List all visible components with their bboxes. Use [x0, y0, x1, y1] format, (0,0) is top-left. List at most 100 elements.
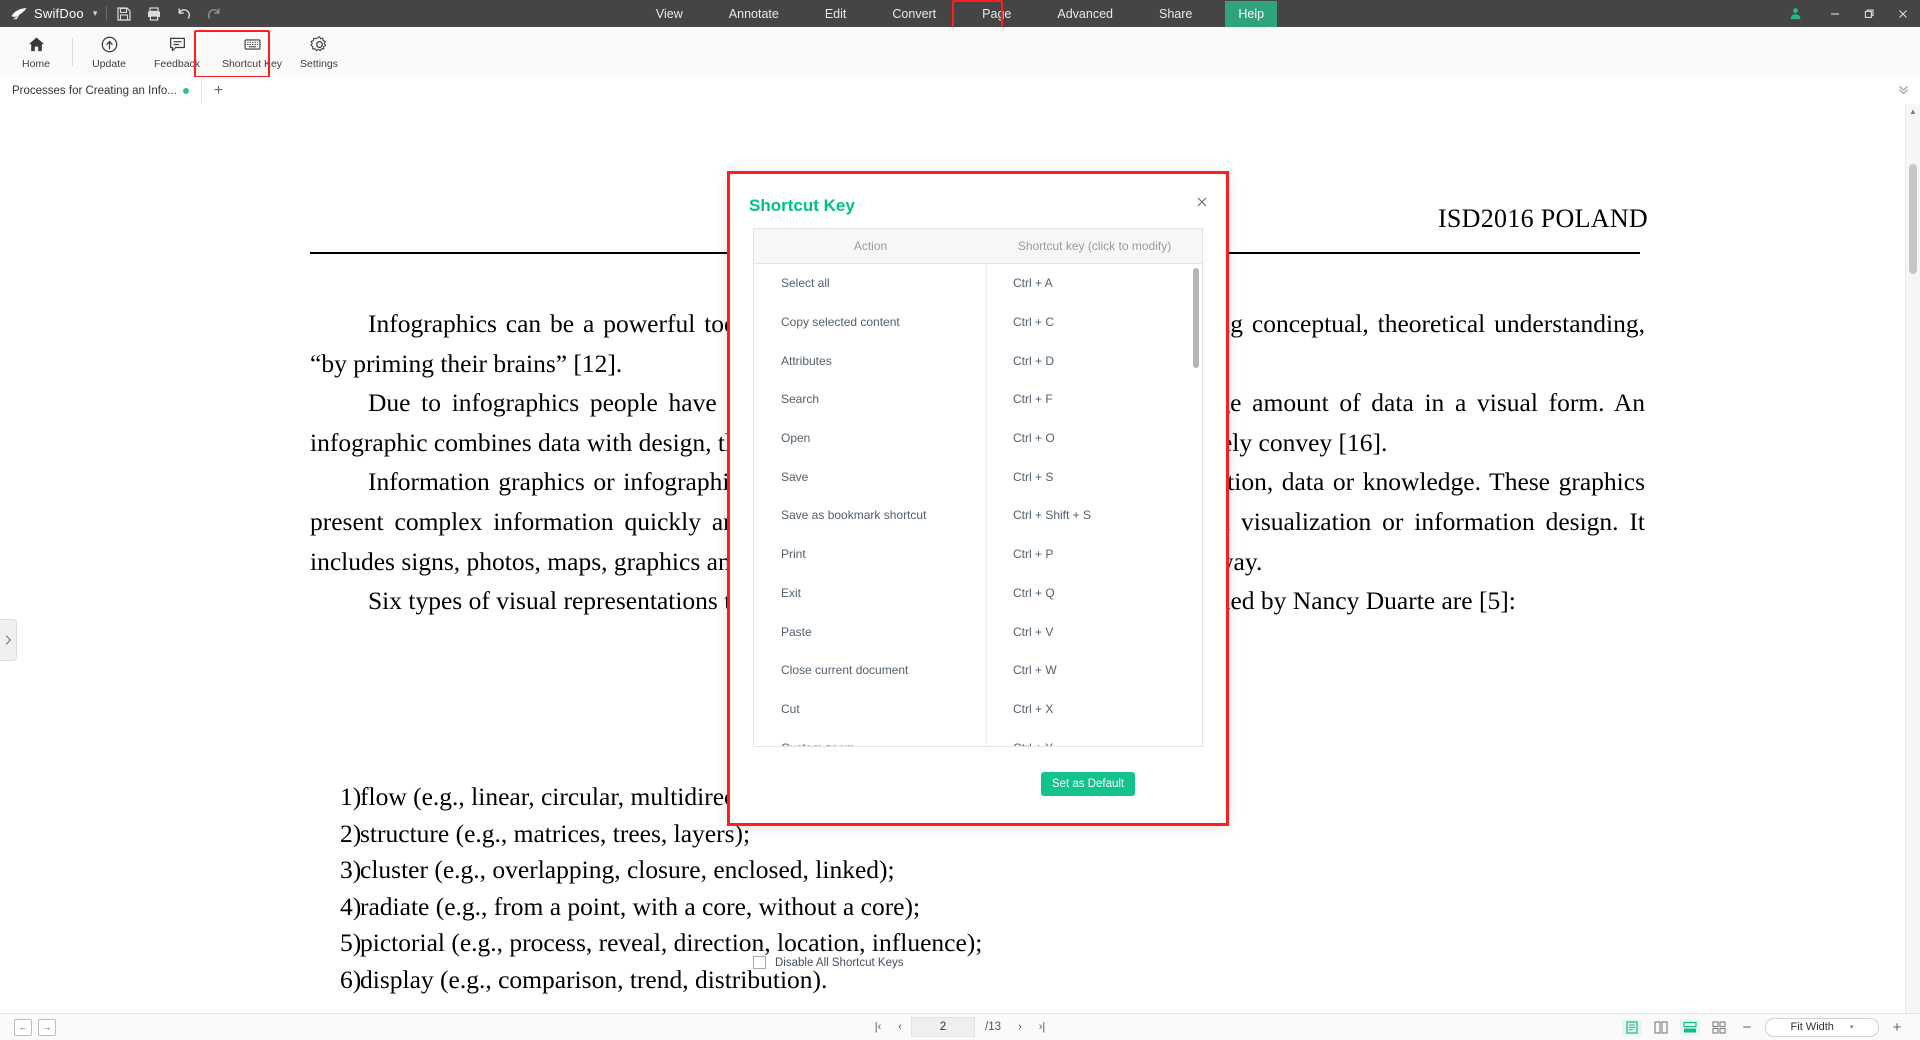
shortcut-table-header: Action Shortcut key (click to modify): [754, 229, 1202, 264]
zoom-level-select[interactable]: Fit Width ▾: [1765, 1017, 1879, 1037]
cell-shortcut[interactable]: Ctrl + X: [987, 690, 1202, 729]
cell-shortcut[interactable]: Ctrl + F: [987, 380, 1202, 419]
cell-shortcut[interactable]: Ctrl + P: [987, 535, 1202, 574]
cell-shortcut[interactable]: Ctrl + C: [987, 303, 1202, 342]
account-button[interactable]: [1778, 0, 1812, 27]
cell-shortcut[interactable]: Ctrl + D: [987, 341, 1202, 380]
previous-page-button[interactable]: ‹: [889, 1021, 911, 1033]
scroll-up-arrow[interactable]: ▲: [1906, 104, 1920, 118]
cell-shortcut[interactable]: Ctrl + V: [987, 612, 1202, 651]
zoom-out-button[interactable]: −: [1738, 1019, 1756, 1036]
table-row[interactable]: Select all Ctrl + A: [754, 264, 1202, 303]
cell-action: Attributes: [754, 341, 987, 381]
chevron-down-icon: ▾: [1849, 1024, 1854, 1031]
cell-shortcut[interactable]: Ctrl + S: [987, 457, 1202, 496]
cell-shortcut[interactable]: Ctrl + Shift + S: [987, 496, 1202, 535]
shortcut-key-dialog: Shortcut Key Action Shortcut key (click …: [730, 174, 1226, 969]
menu-item-advanced[interactable]: Advanced: [1044, 1, 1126, 27]
menu-item-help[interactable]: Help: [1225, 0, 1278, 27]
continuous-scroll-view-button[interactable]: [1680, 1018, 1700, 1036]
table-scrollbar-thumb[interactable]: [1193, 268, 1199, 368]
ribbon-label-update: Update: [92, 57, 126, 70]
ribbon-item-settings[interactable]: Settings: [289, 28, 349, 76]
two-page-view-button[interactable]: [1651, 1019, 1671, 1036]
minimize-button[interactable]: [1818, 0, 1852, 27]
column-header-action: Action: [853, 239, 888, 253]
list-item-number: 1): [340, 782, 362, 811]
single-page-view-button[interactable]: [1622, 1018, 1642, 1036]
undo-icon[interactable]: [176, 6, 192, 22]
cell-action: Print: [754, 534, 987, 574]
table-scrollbar[interactable]: [1193, 268, 1199, 742]
title-bar: SwifDoo ▾ View Annotate Edit Convert Pag…: [0, 0, 1920, 29]
shortcut-table-body[interactable]: Select all Ctrl + A Copy selected content…: [754, 264, 1202, 746]
ribbon-item-shortcut-key[interactable]: Shortcut Key: [215, 28, 289, 76]
next-view-icon[interactable]: →: [38, 1018, 56, 1036]
table-row[interactable]: Custom zoomCtrl + Y: [754, 728, 1202, 746]
close-button[interactable]: [1886, 0, 1920, 27]
window-controls: [1778, 0, 1920, 27]
redo-icon[interactable]: [206, 6, 222, 22]
list-item-number: 3): [340, 855, 362, 884]
table-row[interactable]: Exit Ctrl + Q: [754, 573, 1202, 613]
menu-item-share[interactable]: Share: [1146, 1, 1205, 27]
cell-shortcut[interactable]: Ctrl + A: [987, 264, 1202, 303]
table-row[interactable]: Cut Ctrl + X: [754, 689, 1202, 729]
menu-item-convert[interactable]: Convert: [879, 1, 949, 27]
table-row[interactable]: Attributes Ctrl + D: [754, 341, 1202, 381]
restore-icon: [1864, 8, 1874, 18]
ribbon-label-settings: Settings: [300, 57, 338, 70]
document-tab[interactable]: Processes for Creating an Info...: [0, 77, 202, 104]
menu-item-edit[interactable]: Edit: [812, 1, 860, 27]
cell-shortcut[interactable]: Ctrl + Q: [987, 574, 1202, 613]
table-row[interactable]: Open Ctrl + O: [754, 418, 1202, 458]
print-icon[interactable]: [146, 6, 162, 22]
divider: [106, 6, 108, 21]
new-tab-button[interactable]: +: [202, 82, 235, 99]
table-row[interactable]: Close current document Ctrl + W: [754, 650, 1202, 690]
zoom-in-button[interactable]: +: [1888, 1019, 1906, 1036]
menu-item-annotate[interactable]: Annotate: [716, 1, 792, 27]
next-page-button[interactable]: ›: [1009, 1021, 1031, 1033]
scrollbar-thumb[interactable]: [1909, 164, 1917, 274]
previous-view-icon[interactable]: ←: [14, 1018, 32, 1036]
last-page-button[interactable]: ›|: [1031, 1021, 1053, 1033]
cell-shortcut[interactable]: Ctrl + Y: [987, 728, 1202, 746]
brand-area[interactable]: SwifDoo ▾: [0, 6, 97, 22]
menu-item-view[interactable]: View: [643, 1, 696, 27]
checkbox-label: Disable All Shortcut Keys: [775, 956, 904, 969]
table-row[interactable]: Print Ctrl + P: [754, 534, 1202, 574]
ribbon-item-home[interactable]: Home: [6, 28, 66, 76]
thumbnail-grid-view-button[interactable]: [1709, 1019, 1729, 1036]
table-row[interactable]: Copy selected content Ctrl + C: [754, 302, 1202, 342]
sidebar-expand-handle[interactable]: [0, 619, 17, 661]
table-row[interactable]: Save as bookmark shortcut Ctrl + Shift + …: [754, 496, 1202, 535]
menu-item-page[interactable]: Page: [969, 1, 1024, 27]
table-row[interactable]: Search Ctrl + F: [754, 380, 1202, 419]
list-item-number: 5): [340, 928, 362, 957]
dialog-close-button[interactable]: [1192, 192, 1212, 212]
status-bar: ← → |‹ ‹ 2 /13 › ›| − Fit Width ▾ +: [0, 1013, 1920, 1040]
set-as-default-button[interactable]: Set as Default: [1041, 772, 1135, 796]
cell-shortcut[interactable]: Ctrl + W: [987, 651, 1202, 690]
cell-shortcut[interactable]: Ctrl + O: [987, 419, 1202, 458]
first-page-button[interactable]: |‹: [867, 1021, 889, 1033]
chevron-double-down-icon: [1899, 85, 1908, 94]
page-number-input[interactable]: 2: [911, 1017, 975, 1037]
list-item-text: cluster (e.g., overlapping, closure, enc…: [360, 855, 895, 884]
ribbon-item-feedback[interactable]: Feedback: [139, 28, 215, 76]
tab-overflow-button[interactable]: [1897, 83, 1920, 99]
cell-action: Exit: [754, 573, 987, 613]
maximize-button[interactable]: [1852, 0, 1886, 27]
table-row[interactable]: Paste Ctrl + V: [754, 612, 1202, 651]
disable-all-shortcuts-checkbox[interactable]: Disable All Shortcut Keys: [753, 956, 903, 969]
page-navigator: |‹ ‹ 2 /13 › ›|: [810, 1017, 1110, 1037]
table-row[interactable]: Save Ctrl + S: [754, 457, 1202, 497]
ribbon-item-update[interactable]: Update: [79, 28, 139, 76]
document-tab-strip: Processes for Creating an Info... +: [0, 77, 1920, 105]
grid-view-icon: [1712, 1020, 1726, 1034]
checkbox-box[interactable]: [753, 956, 766, 969]
chevron-down-icon[interactable]: ▾: [93, 8, 98, 19]
document-scrollbar[interactable]: ▲: [1905, 104, 1920, 1014]
save-icon[interactable]: [116, 6, 132, 22]
